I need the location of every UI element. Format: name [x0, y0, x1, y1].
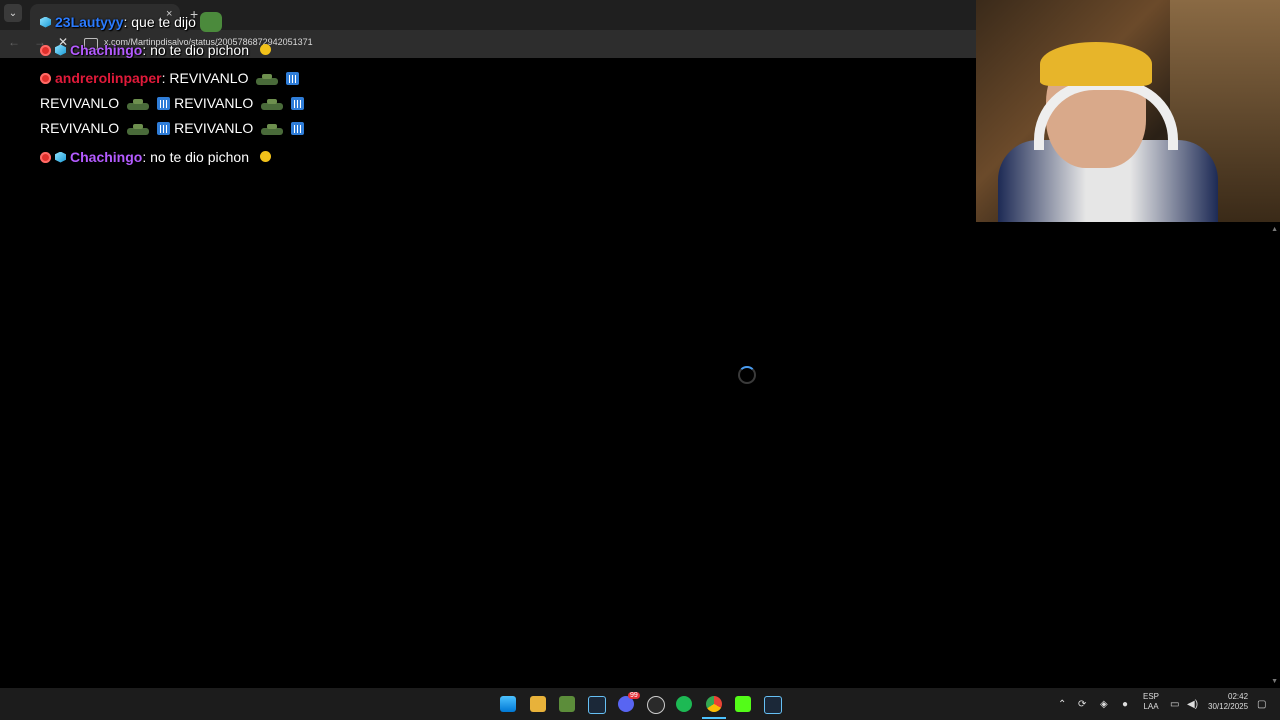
emote-icon [199, 12, 222, 32]
tank-emote-icon [259, 96, 285, 110]
signal-emote-icon [157, 121, 171, 135]
chevron-down-icon: ⌄ [8, 7, 18, 19]
back-button[interactable]: ← [8, 35, 20, 49]
signal-emote-icon [286, 71, 300, 85]
emote-icon [253, 43, 273, 57]
notifications-icon[interactable]: ▢ [1257, 699, 1266, 710]
chat-username: 23Lautyyy [55, 14, 124, 30]
chat-message: REVIVANLO REVIVANLO [40, 95, 305, 111]
notification-badge: 99 [628, 692, 640, 699]
spotify-icon[interactable] [676, 696, 692, 712]
tank-emote-icon [259, 121, 285, 135]
chat-text: REVIVANLO [174, 120, 254, 136]
loading-spinner-icon [738, 366, 756, 384]
scroll-up-icon[interactable]: ▲ [1271, 226, 1278, 233]
emote-icon [253, 150, 273, 164]
chat-username: Chachingo [70, 42, 143, 58]
steam-icon[interactable] [764, 696, 782, 714]
chat-message: Chachingo: no te dio pichon [40, 149, 273, 165]
tank-emote-icon [254, 71, 280, 85]
chat-text: : REVIVANLO [161, 70, 249, 86]
sub-badge-icon [55, 44, 66, 56]
chat-text: REVIVANLO [40, 120, 120, 136]
moderator-badge-icon [40, 72, 51, 84]
webcam-feed [976, 0, 1280, 222]
minecraft-icon[interactable] [559, 696, 575, 712]
microphone-icon[interactable]: ● [1122, 699, 1128, 710]
beanie [1040, 42, 1152, 86]
sub-badge-icon [55, 151, 66, 163]
chat-message: andrerolinpaper: REVIVANLO [40, 70, 300, 86]
tab-list-button[interactable]: ⌄ [4, 4, 22, 22]
clock[interactable]: 02:42 30/12/2025 [1208, 692, 1248, 712]
chat-text: REVIVANLO [40, 95, 120, 111]
tray-overflow-icon[interactable]: ⌃ [1058, 699, 1066, 710]
file-explorer-icon[interactable] [530, 696, 546, 712]
steam-icon[interactable] [588, 696, 606, 714]
tank-emote-icon [125, 121, 151, 135]
windows-start-icon[interactable] [500, 696, 516, 712]
sub-badge-icon [40, 16, 51, 28]
signal-emote-icon [291, 96, 305, 110]
tank-emote-icon [125, 96, 151, 110]
signal-emote-icon [157, 96, 171, 110]
signal-emote-icon [291, 121, 305, 135]
scroll-down-icon[interactable]: ▼ [1271, 678, 1278, 685]
moderator-badge-icon [40, 151, 51, 163]
active-indicator [702, 717, 726, 719]
network-icon[interactable]: ▭ [1170, 699, 1179, 710]
chat-message: Chachingo: no te dio pichon [40, 42, 273, 58]
chat-text: : no te dio pichon [142, 42, 249, 58]
clock-time: 02:42 [1228, 692, 1249, 701]
chat-text: REVIVANLO [174, 95, 254, 111]
chat-text: : que te dijo [123, 14, 196, 30]
obs-icon[interactable] [647, 696, 665, 714]
keyboard-layout: LAA [1143, 702, 1159, 711]
chat-message: 23Lautyyy: que te dijo [40, 12, 222, 32]
language-indicator[interactable]: ESP LAA [1143, 692, 1159, 712]
security-icon[interactable]: ◈ [1100, 699, 1108, 710]
volume-icon[interactable]: ◀) [1187, 699, 1198, 710]
language-code: ESP [1143, 692, 1160, 701]
chrome-icon[interactable] [706, 696, 722, 712]
clock-date: 30/12/2025 [1208, 702, 1249, 711]
chat-message: REVIVANLO REVIVANLO [40, 120, 305, 136]
kick-icon[interactable] [735, 696, 751, 712]
chat-text: : no te dio pichon [142, 149, 249, 165]
chat-username: andrerolinpaper [55, 70, 162, 86]
sync-icon[interactable]: ⟳ [1078, 699, 1086, 710]
moderator-badge-icon [40, 44, 51, 56]
chat-username: Chachingo [70, 149, 143, 165]
taskbar: 99 ⌃ ⟳ ◈ ● ESP LAA ▭ ◀) 02:42 30/12/2025… [0, 688, 1280, 720]
